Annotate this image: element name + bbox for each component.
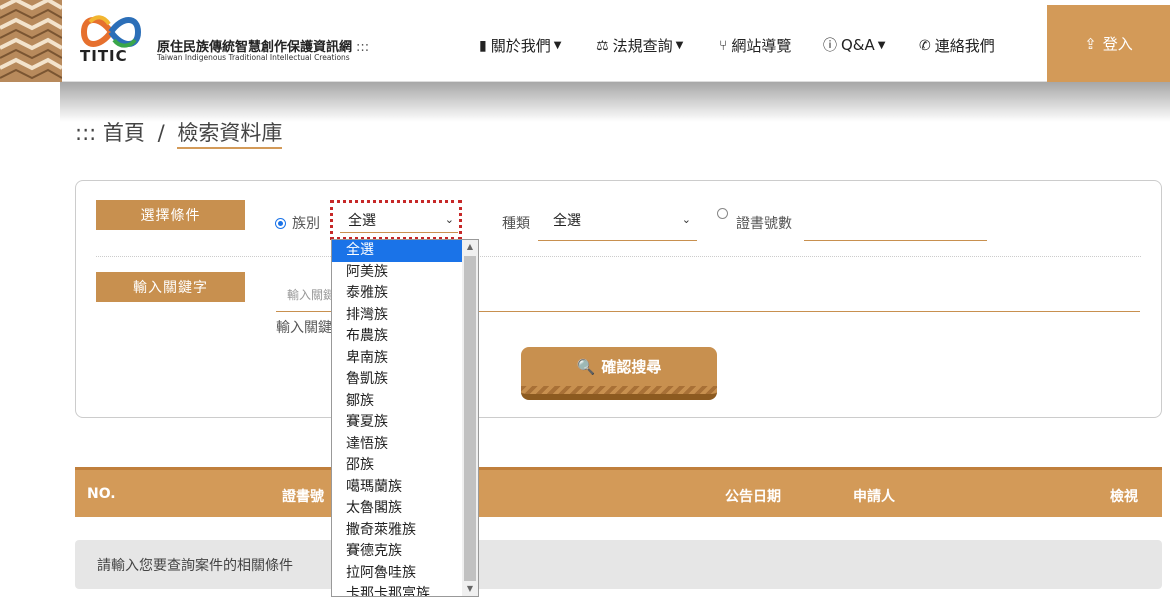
nav-regulations[interactable]: ⚖ 法規查詢 ▼ [596,35,683,56]
login-button[interactable]: ⇪ 登入 [1047,5,1170,82]
cert-radio[interactable]: 證書號數 [717,206,792,233]
cert-number-input[interactable] [804,240,987,241]
brand-bar: TITIC 原住民族傳統智慧創作保護資訊網::: Taiwan Indigeno… [62,0,1047,82]
col-no: NO. [87,486,116,502]
keyword-input[interactable]: 輸入關鍵 [287,286,335,303]
col-date: 公告日期 [725,489,781,505]
dropdown-option[interactable]: 全選 [332,240,463,262]
nav-contact-label: 連絡我們 [934,37,995,55]
dropdown-option[interactable]: 阿美族 [332,262,463,284]
scroll-down-icon[interactable]: ▼ [462,582,478,596]
cert-label: 證書號數 [736,216,792,232]
site-header: TITIC 原住民族傳統智慧創作保護資訊網::: Taiwan Indigeno… [0,0,1170,82]
dropdown-options: 全選 阿美族 泰雅族 排灣族 布農族 卑南族 魯凱族 鄒族 賽夏族 達悟族 邵族 噶瑪蘭族 太魯閣族 撒奇… [332,240,478,596]
nav-qa-label: Q&A [841,36,875,54]
caret-down-icon: ▼ [553,40,562,51]
search-button[interactable]: 🔍 確認搜尋 [521,347,717,400]
site-title-dots: ::: [356,40,370,55]
dropdown-option[interactable]: 太魯閣族 [332,498,463,520]
scale-icon: ⚖ [596,37,609,54]
branch-icon: ⑂ [719,37,728,54]
caret-down-icon: ▼ [877,39,886,51]
phone-icon: ✆ [919,37,931,54]
scrollbar[interactable]: ▲ ▼ [462,240,478,596]
dropdown-option[interactable]: 賽夏族 [332,412,463,434]
tribe-dropdown-list[interactable]: 全選 阿美族 泰雅族 排灣族 布農族 卑南族 魯凱族 鄒族 賽夏族 達悟族 邵族 噶瑪蘭族 太魯閣族 撒奇… [331,239,479,597]
results-table-header: NO. 證書號 公告日期 申請人 檢視 [75,467,1162,517]
nav-regulations-label: 法規查詢 [612,37,673,55]
radio-unselected-icon [717,208,728,219]
breadcrumb-separator: / [157,121,165,145]
keyword-hint: 輸入關鍵 [276,320,332,336]
search-icon: 🔍 [576,357,596,376]
scrollbar-thumb[interactable] [464,256,476,581]
dropdown-option[interactable]: 拉阿魯哇族 [332,563,463,585]
condition-label: 選擇條件 [96,200,245,230]
radio-selected-icon [275,217,286,229]
nav-about-label: 關於我們 [490,37,551,55]
breadcrumb-current: 檢索資料庫 [177,121,283,149]
nav-about[interactable]: ▮ 關於我們 ▼ [479,35,561,56]
header-shadow [60,82,1170,122]
dropdown-option[interactable]: 布農族 [332,326,463,348]
scroll-up-icon[interactable]: ▲ [462,240,478,254]
question-icon: ⓘ [823,38,837,54]
nav-contact[interactable]: ✆ 連絡我們 [919,35,995,56]
col-view: 檢視 [1110,489,1138,505]
nav-sitemap-label: 網站導覽 [731,37,792,55]
type-select[interactable]: 全選 ⌄ [538,207,697,241]
dropdown-option[interactable]: 達悟族 [332,434,463,456]
search-button-label: 確認搜尋 [601,358,662,376]
decorative-pattern [0,0,62,82]
col-cert: 證書號 [282,489,324,505]
login-icon: ⇪ [1084,34,1097,53]
dropdown-option[interactable]: 魯凱族 [332,369,463,391]
button-pattern [521,386,717,394]
site-subtitle: Taiwan Indigenous Traditional Intellectu… [157,53,350,62]
chevron-down-icon: ⌄ [681,213,691,226]
breadcrumb: ::: 首頁 / 檢索資料庫 [75,117,283,149]
tribe-radio[interactable]: 族別 [275,213,320,233]
dropdown-option[interactable]: 卡那卡那富族 [332,584,463,596]
col-applicant: 申請人 [853,489,895,505]
dropdown-option[interactable]: 撒奇萊雅族 [332,520,463,542]
nav-sitemap[interactable]: ⑂ 網站導覽 [719,35,791,56]
caret-down-icon: ▼ [675,40,684,51]
dropdown-option[interactable]: 卑南族 [332,348,463,370]
divider [96,256,1141,257]
dropdown-option[interactable]: 泰雅族 [332,283,463,305]
type-select-value: 全選 [553,212,581,229]
logo-text: TITIC [80,47,128,65]
login-label: 登入 [1102,35,1133,53]
nav-qa[interactable]: ⓘ Q&A ▼ [823,35,885,55]
tribe-label: 族別 [292,216,320,232]
focus-ring [330,200,462,240]
type-label-row: 種類 [502,213,530,233]
dropdown-option[interactable]: 賽德克族 [332,541,463,563]
breadcrumb-home[interactable]: 首頁 [103,121,145,145]
keyword-label: 輸入關鍵字 [96,272,245,302]
breadcrumb-prefix: ::: [75,121,97,145]
bookmark-icon: ▮ [479,37,487,54]
dropdown-option[interactable]: 噶瑪蘭族 [332,477,463,499]
type-label: 種類 [502,216,530,232]
dropdown-option[interactable]: 排灣族 [332,305,463,327]
dropdown-option[interactable]: 邵族 [332,455,463,477]
empty-message: 請輸入您要查詢案件的相關條件 [75,540,1162,589]
dropdown-option[interactable]: 鄒族 [332,391,463,413]
